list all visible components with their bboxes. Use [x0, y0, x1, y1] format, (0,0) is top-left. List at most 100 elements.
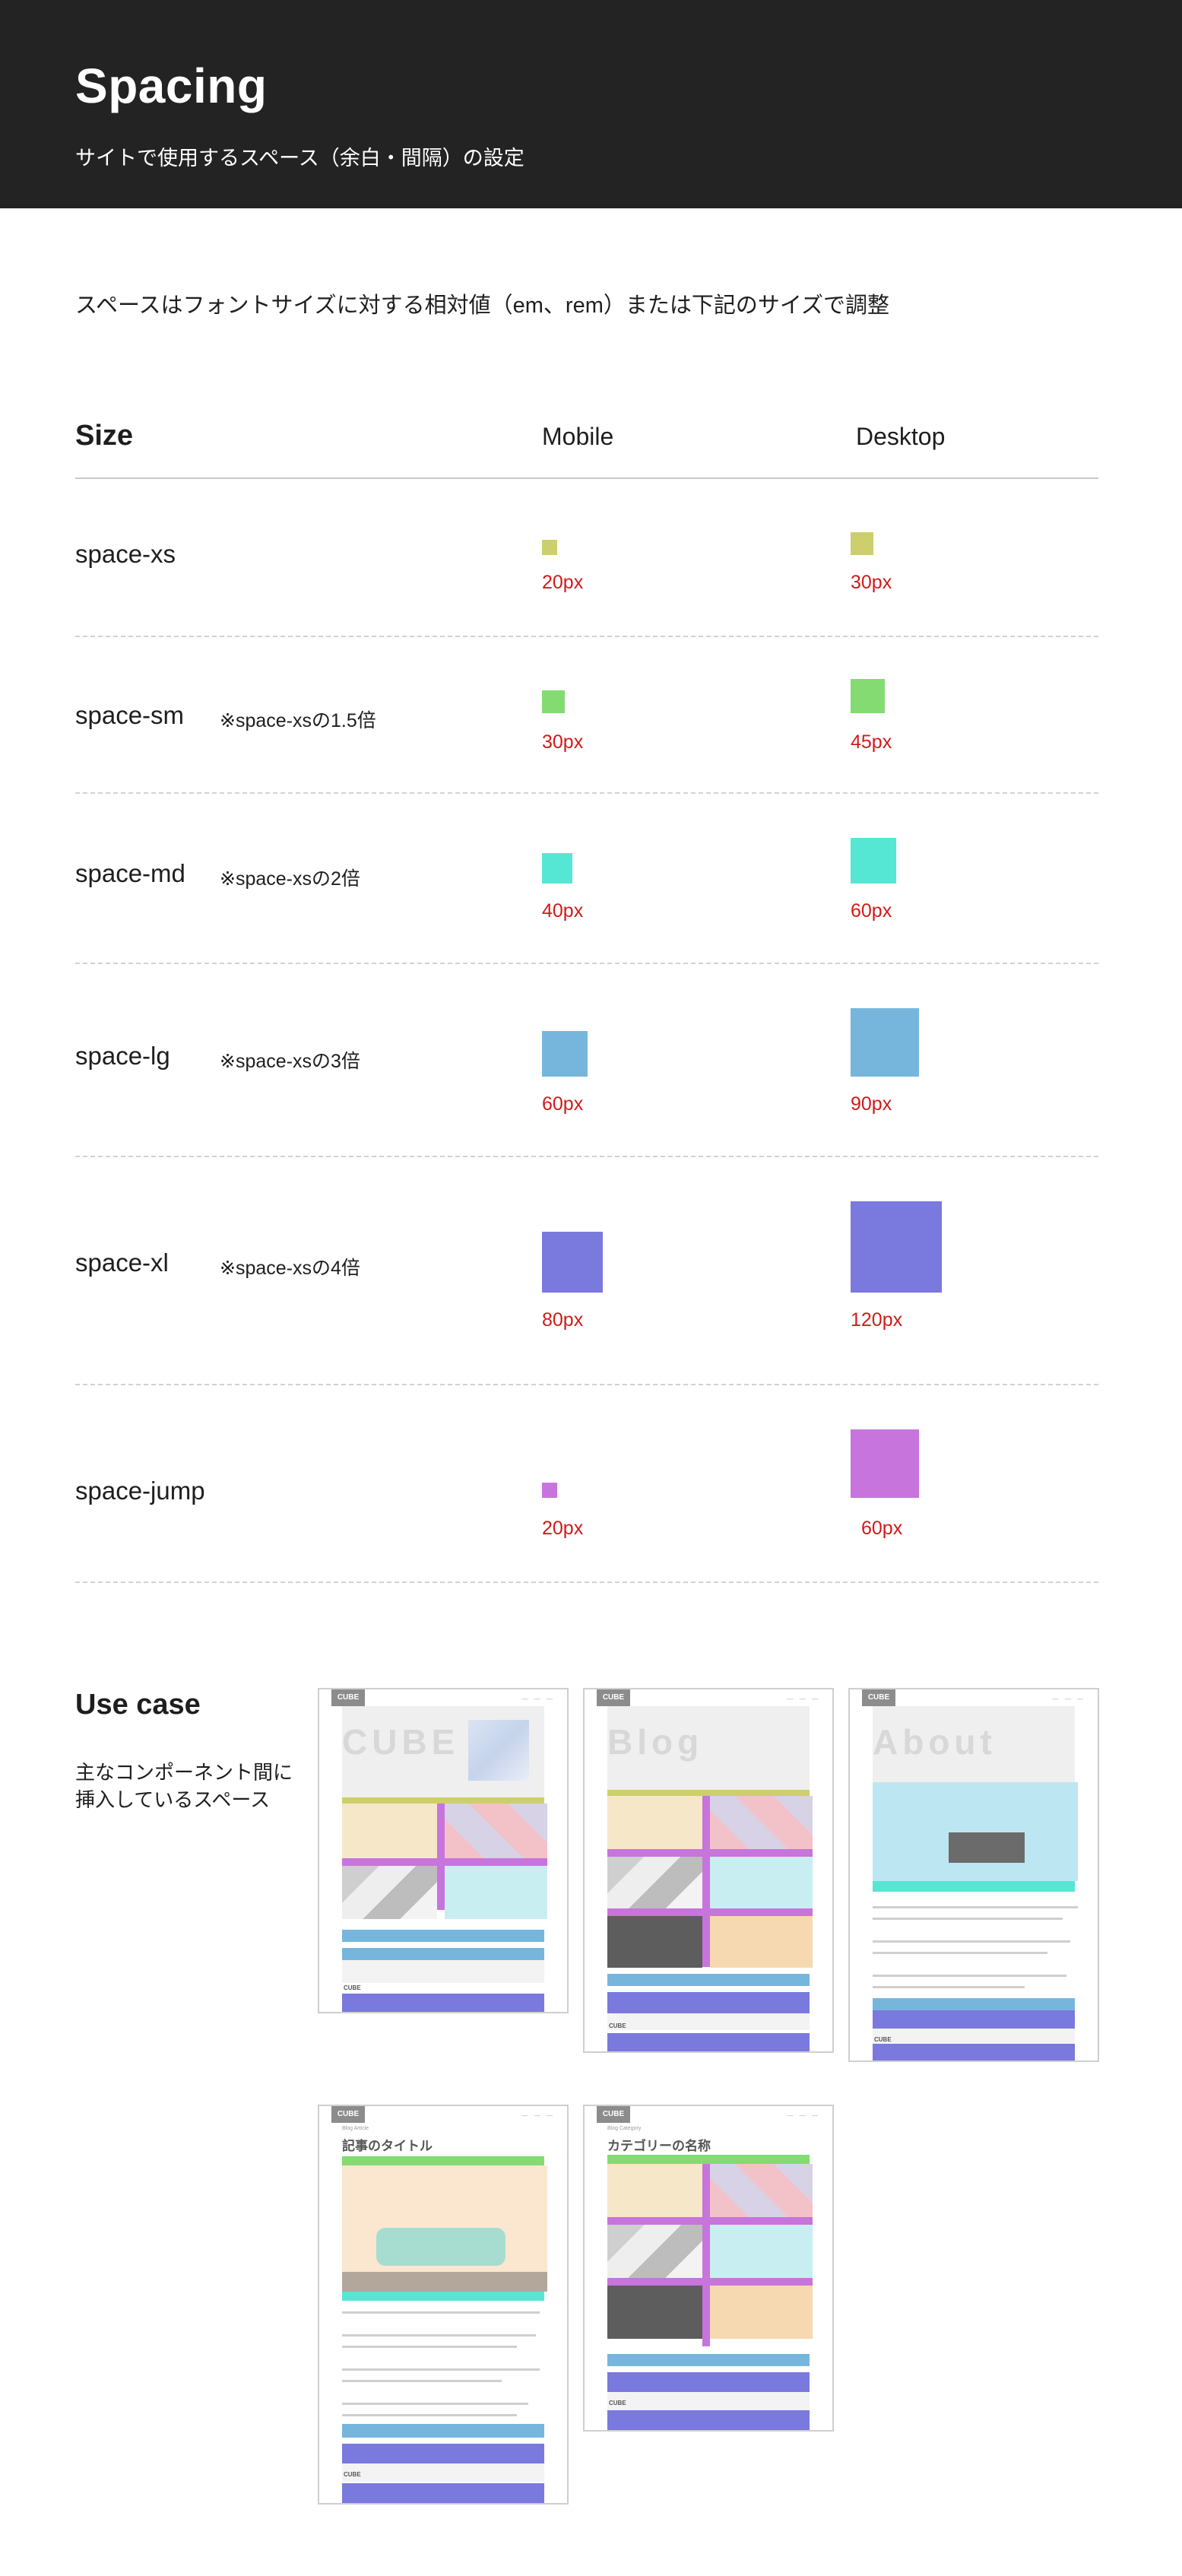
thumb-logo: CUBE — [597, 2106, 630, 2123]
row-name: space-sm — [75, 701, 185, 729]
thumb-image-tile — [445, 1866, 547, 1919]
thumb-logo: CUBE — [597, 1689, 630, 1706]
space-jump-bar — [607, 2217, 813, 2225]
row-note: ※space-xsの3倍 — [220, 1051, 360, 1072]
row-note: ※space-xsの1.5倍 — [220, 710, 376, 731]
thumb-image-tile — [445, 1804, 547, 1858]
table-row: space-xs 20px 30px — [75, 481, 1098, 637]
thumb-hero: Blog — [607, 1706, 810, 1790]
space-xs-bar — [607, 1790, 810, 1796]
thumb-image-tile — [607, 2286, 702, 2339]
column-mobile: Mobile — [542, 423, 614, 450]
thumb-footer-label: CUBE — [344, 1984, 361, 1991]
row-name: space-jump — [75, 1477, 205, 1505]
column-desktop: Desktop — [856, 423, 946, 450]
table-row: space-lg ※space-xsの3倍 60px 90px — [75, 964, 1098, 1157]
row-name: space-lg — [75, 1042, 170, 1070]
mobile-size-label: 30px — [542, 731, 584, 753]
thumb-footer-label: CUBE — [609, 2022, 626, 2029]
thumb-image-tile — [710, 2164, 813, 2217]
thumb-image-tile — [607, 2164, 702, 2217]
desktop-size-label: 60px — [861, 1518, 903, 1539]
table-row: space-xl ※space-xsの4倍 80px 120px — [75, 1157, 1098, 1385]
thumb-footer — [342, 1960, 544, 1983]
thumb-page-title: 記事のタイトル — [342, 2139, 433, 2153]
table-row: space-md ※space-xsの2倍 40px 60px — [75, 794, 1098, 964]
space-xl-bar — [342, 1994, 544, 2012]
thumb-illustration-sofa — [376, 2228, 505, 2266]
row-name: space-md — [75, 859, 185, 887]
mobile-size-label: 20px — [542, 572, 584, 593]
thumb-footer-label: CUBE — [344, 2471, 361, 2478]
table-row: space-sm ※space-xsの1.5倍 30px 45px — [75, 637, 1098, 794]
thumb-page-title: カテゴリーの名称 — [607, 2139, 711, 2153]
mobile-size-label: 40px — [542, 900, 584, 922]
mobile-swatch — [542, 853, 572, 884]
space-sm-bar — [342, 2156, 544, 2165]
thumb-text — [342, 2334, 536, 2336]
thumbnail-blog: CUBE — — — Blog CUBE — [583, 1688, 834, 2053]
thumb-footer-label: CUBE — [874, 2036, 892, 2043]
thumb-image-tile — [607, 1796, 702, 1849]
row-note: ※space-xsの4倍 — [220, 1258, 360, 1279]
space-lg-bar — [342, 1930, 544, 1942]
thumb-text — [342, 2380, 502, 2382]
thumb-text — [342, 2403, 528, 2405]
row-note: ※space-xsの2倍 — [220, 868, 360, 890]
thumbnail-article: CUBE — — — Blog Article 記事のタイトル CUBE — [318, 2105, 569, 2505]
mobile-swatch — [542, 1483, 557, 1498]
row-name: space-xl — [75, 1248, 169, 1277]
thumb-image-tile — [710, 1916, 813, 1968]
desktop-size-label: 120px — [851, 1309, 903, 1331]
thumb-footer — [342, 2463, 544, 2482]
thumb-illustration-dog — [949, 1832, 1025, 1863]
thumb-image-tile — [607, 1916, 702, 1968]
space-jump-bar — [607, 2278, 813, 2286]
desktop-swatch — [851, 1201, 942, 1293]
thumb-illustration — [342, 2165, 547, 2287]
thumb-image-tile — [607, 2225, 702, 2278]
intro-text: スペースはフォントサイズに対する相対値（em、rem）または下記のサイズで調整 — [75, 293, 890, 318]
desktop-size-label: 60px — [851, 900, 892, 922]
space-jump-bar — [437, 1804, 445, 1910]
thumb-image-tile — [710, 2225, 813, 2278]
thumb-footer-label: CUBE — [609, 2400, 626, 2406]
cube-graphic — [468, 1720, 529, 1781]
space-xs-bar — [342, 1797, 544, 1804]
thumb-hero: About — [873, 1706, 1075, 1782]
space-lg-bar — [873, 1998, 1075, 2010]
desktop-size-label: 30px — [851, 572, 892, 593]
thumb-text — [342, 2346, 517, 2348]
thumb-image-tile — [342, 1804, 437, 1858]
space-xl-bar — [607, 2033, 810, 2051]
space-md-bar — [342, 2292, 544, 2301]
page-title: Spacing — [75, 59, 268, 113]
thumb-footer — [607, 2013, 810, 2030]
thumb-nav: — — — — [1052, 1696, 1085, 1702]
mobile-swatch — [542, 690, 565, 713]
thumb-hero: CUBE — [342, 1706, 544, 1797]
space-lg-bar — [607, 1974, 810, 1986]
thumb-text — [342, 2414, 517, 2416]
desktop-swatch — [851, 1008, 919, 1077]
space-jump-bar — [702, 2164, 710, 2346]
space-xl-bar — [607, 1992, 810, 2013]
usecase-title: Use case — [75, 1689, 201, 1721]
space-xl-bar — [607, 2410, 810, 2430]
thumb-hero-title: Blog — [607, 1722, 704, 1762]
space-lg-bar — [607, 2354, 810, 2366]
thumb-floor — [342, 2272, 547, 2292]
thumb-page-sub: Blog Article — [342, 2126, 369, 2131]
desktop-swatch — [851, 532, 873, 555]
thumb-text — [342, 2311, 540, 2314]
thumbnail-home: CUBE — — — CUBE CUBE — [318, 1688, 569, 2013]
space-xl-bar — [873, 2044, 1075, 2060]
usecase-description-line: 挿入しているスペース — [75, 1788, 271, 1811]
thumb-nav: — — — — [521, 2112, 555, 2119]
mobile-size-label: 20px — [542, 1518, 584, 1539]
space-xl-bar — [342, 2483, 544, 2503]
space-lg-bar — [342, 2424, 544, 2438]
thumb-text — [873, 1918, 1063, 1920]
thumb-hero-title: CUBE — [342, 1722, 460, 1762]
desktop-size-label: 45px — [851, 731, 892, 753]
